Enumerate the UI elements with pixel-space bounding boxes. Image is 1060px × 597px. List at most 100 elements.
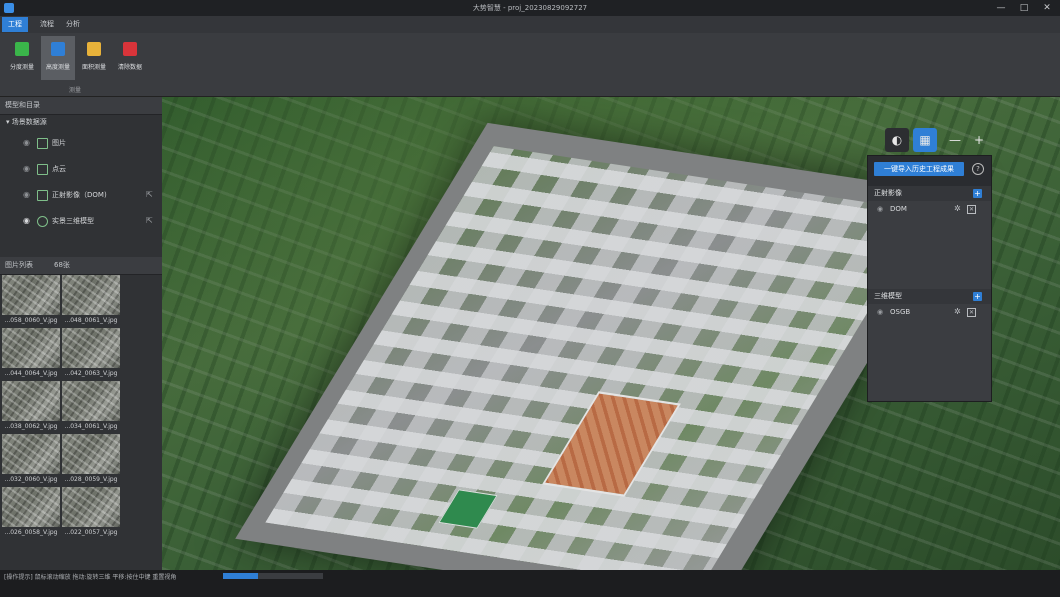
image-thumb[interactable]: ...022_0057_V.jpg <box>62 487 120 540</box>
measure-button[interactable]: 分度测量 <box>5 36 39 80</box>
area-measure-button[interactable]: 面积测量 <box>77 36 111 80</box>
city-3d-model <box>265 146 929 570</box>
external-link-icon[interactable]: ⇱ <box>146 208 153 234</box>
thumb-caption: ...042_0063_V.jpg <box>64 370 118 377</box>
zoom-in-icon: + <box>973 133 985 147</box>
image-layer-icon <box>37 138 48 149</box>
image-list-title: 图片列表 <box>5 261 33 269</box>
window-title: 大势智慧 - proj_20230829092727 <box>472 4 588 12</box>
measure-icon <box>15 42 29 56</box>
add-icon[interactable]: + <box>973 189 982 198</box>
tree-item-label: 实景三维模型 <box>52 217 94 225</box>
zoom-out-button[interactable]: — <box>943 128 967 152</box>
remove-icon[interactable]: ✕ <box>967 308 976 317</box>
import-history-button[interactable]: 一键导入历史工程成果 <box>874 162 964 176</box>
dom-layer-icon <box>37 190 48 201</box>
thumbnail-image <box>62 381 120 421</box>
status-bar: [操作提示] 鼠标滚动缩放 拖动:旋转三维 平移:按住中键 重置视角 <box>0 570 1060 597</box>
ribbon-toolbar: 分度测量 高度测量 面积测量 清除数据 测量 <box>0 33 1060 97</box>
image-thumb[interactable]: ...042_0063_V.jpg <box>62 328 120 381</box>
thumb-caption: ...048_0061_V.jpg <box>64 317 118 324</box>
clear-icon <box>123 42 137 56</box>
help-icon[interactable]: ? <box>972 163 984 175</box>
tab-process[interactable]: 流程 <box>34 17 60 32</box>
tab-project[interactable]: 工程 <box>2 17 28 32</box>
area-label: 面积测量 <box>81 64 106 71</box>
tree-root-label: 场景数据源 <box>11 118 47 126</box>
thumb-caption: ...022_0057_V.jpg <box>64 529 118 536</box>
clear-data-button[interactable]: 清除数据 <box>113 36 147 80</box>
external-link-icon[interactable]: ⇱ <box>146 182 153 208</box>
model-section: 三维模型 + ◉ OSGB ✲ ✕ <box>868 289 991 401</box>
visibility-icon[interactable]: ◉ <box>23 130 30 156</box>
image-thumb[interactable]: ...048_0061_V.jpg <box>62 275 120 328</box>
layers-button[interactable]: ▦ <box>913 128 937 152</box>
tree-item-label: 点云 <box>52 165 66 173</box>
model-panel-header: 模型和目录 <box>0 97 162 115</box>
thumbnail-image <box>2 487 60 527</box>
layer-row-osgb[interactable]: ◉ OSGB ✲ ✕ <box>868 304 991 320</box>
thumbnail-image <box>2 275 60 315</box>
visibility-icon[interactable]: ◉ <box>23 208 30 234</box>
area-icon <box>87 42 101 56</box>
layer-row-dom[interactable]: ◉ DOM ✲ ✕ <box>868 201 991 217</box>
thumbnail-image <box>62 434 120 474</box>
thumbnail-image <box>62 275 120 315</box>
minimize-button[interactable]: — <box>990 2 1012 14</box>
thumb-caption: ...034_0061_V.jpg <box>64 423 118 430</box>
image-list: 图片列表 68张 ...058_0060_V.jpg ...048_0061_V… <box>0 257 162 570</box>
layer-panel: 一键导入历史工程成果 ? 正射影像 + ◉ DOM ✲ ✕ 三维模型 + ◉ O… <box>867 155 992 402</box>
image-thumb[interactable]: ...038_0062_V.jpg <box>2 381 60 434</box>
visibility-icon[interactable]: ◉ <box>23 182 30 208</box>
progress-bar <box>223 573 323 579</box>
ribbon-group-label: 测量 <box>68 87 81 94</box>
layer-name: OSGB <box>890 308 911 316</box>
image-thumb[interactable]: ...028_0059_V.jpg <box>62 434 120 487</box>
image-thumb[interactable]: ...058_0060_V.jpg <box>2 275 60 328</box>
thumb-caption: ...058_0060_V.jpg <box>4 317 58 324</box>
settings-icon[interactable]: ✲ <box>954 201 961 217</box>
image-thumb[interactable]: ...026_0058_V.jpg <box>2 487 60 540</box>
tree-item-images[interactable]: ◉ 图片 <box>0 130 162 156</box>
image-thumb[interactable]: ...044_0064_V.jpg <box>2 328 60 381</box>
visibility-icon[interactable]: ◉ <box>877 304 883 320</box>
image-thumb[interactable]: ...032_0060_V.jpg <box>2 434 60 487</box>
tree-root[interactable]: ▾ 场景数据源 <box>0 115 162 130</box>
tree-item-3d-model[interactable]: ◉ 实景三维模型 ⇱ <box>0 208 162 234</box>
tree-item-pointcloud[interactable]: ◉ 点云 <box>0 156 162 182</box>
left-panel: 模型和目录 ▾ 场景数据源 ◉ 图片 ◉ 点云 ◉ 正射影像（DOM) ⇱ ◉ … <box>0 97 162 570</box>
model-layer-icon <box>37 216 48 227</box>
visibility-icon[interactable]: ◉ <box>23 156 30 182</box>
zoom-out-icon: — <box>949 133 961 147</box>
thumb-caption: ...044_0064_V.jpg <box>4 370 58 377</box>
tree-item-dom[interactable]: ◉ 正射影像（DOM) ⇱ <box>0 182 162 208</box>
image-thumb[interactable]: ...034_0061_V.jpg <box>62 381 120 434</box>
layers-icon: ▦ <box>919 133 931 147</box>
layer-name: DOM <box>890 205 907 213</box>
globe-button[interactable]: ◐ <box>885 128 909 152</box>
section-title: 三维模型 <box>874 292 902 300</box>
close-button[interactable]: ✕ <box>1036 2 1058 14</box>
remove-icon[interactable]: ✕ <box>967 205 976 214</box>
progress-fill <box>223 573 258 579</box>
zoom-in-button[interactable]: + <box>967 128 991 152</box>
add-icon[interactable]: + <box>973 292 982 301</box>
height-icon <box>51 42 65 56</box>
dom-section: 正射影像 + ◉ DOM ✲ ✕ <box>868 186 991 289</box>
measure-label: 分度测量 <box>9 64 34 71</box>
dom-section-header: 正射影像 + <box>868 186 991 201</box>
thumb-caption: ...026_0058_V.jpg <box>4 529 58 536</box>
thumbnail-image <box>2 381 60 421</box>
model-section-body: ◉ OSGB ✲ ✕ <box>868 304 991 401</box>
maximize-button[interactable]: □ <box>1013 2 1035 14</box>
dom-section-body: ◉ DOM ✲ ✕ <box>868 201 991 289</box>
status-text: [操作提示] 鼠标滚动缩放 拖动:旋转三维 平移:按住中键 重置视角 <box>4 574 177 581</box>
visibility-icon[interactable]: ◉ <box>877 201 883 217</box>
tab-analysis[interactable]: 分析 <box>60 17 86 32</box>
thumbnail-image <box>2 328 60 368</box>
height-measure-button[interactable]: 高度测量 <box>41 36 75 80</box>
title-bar: 大势智慧 - proj_20230829092727 — □ ✕ <box>0 0 1060 16</box>
model-section-header: 三维模型 + <box>868 289 991 304</box>
menu-tabs: 工程 流程 分析 <box>0 16 1060 33</box>
settings-icon[interactable]: ✲ <box>954 304 961 320</box>
